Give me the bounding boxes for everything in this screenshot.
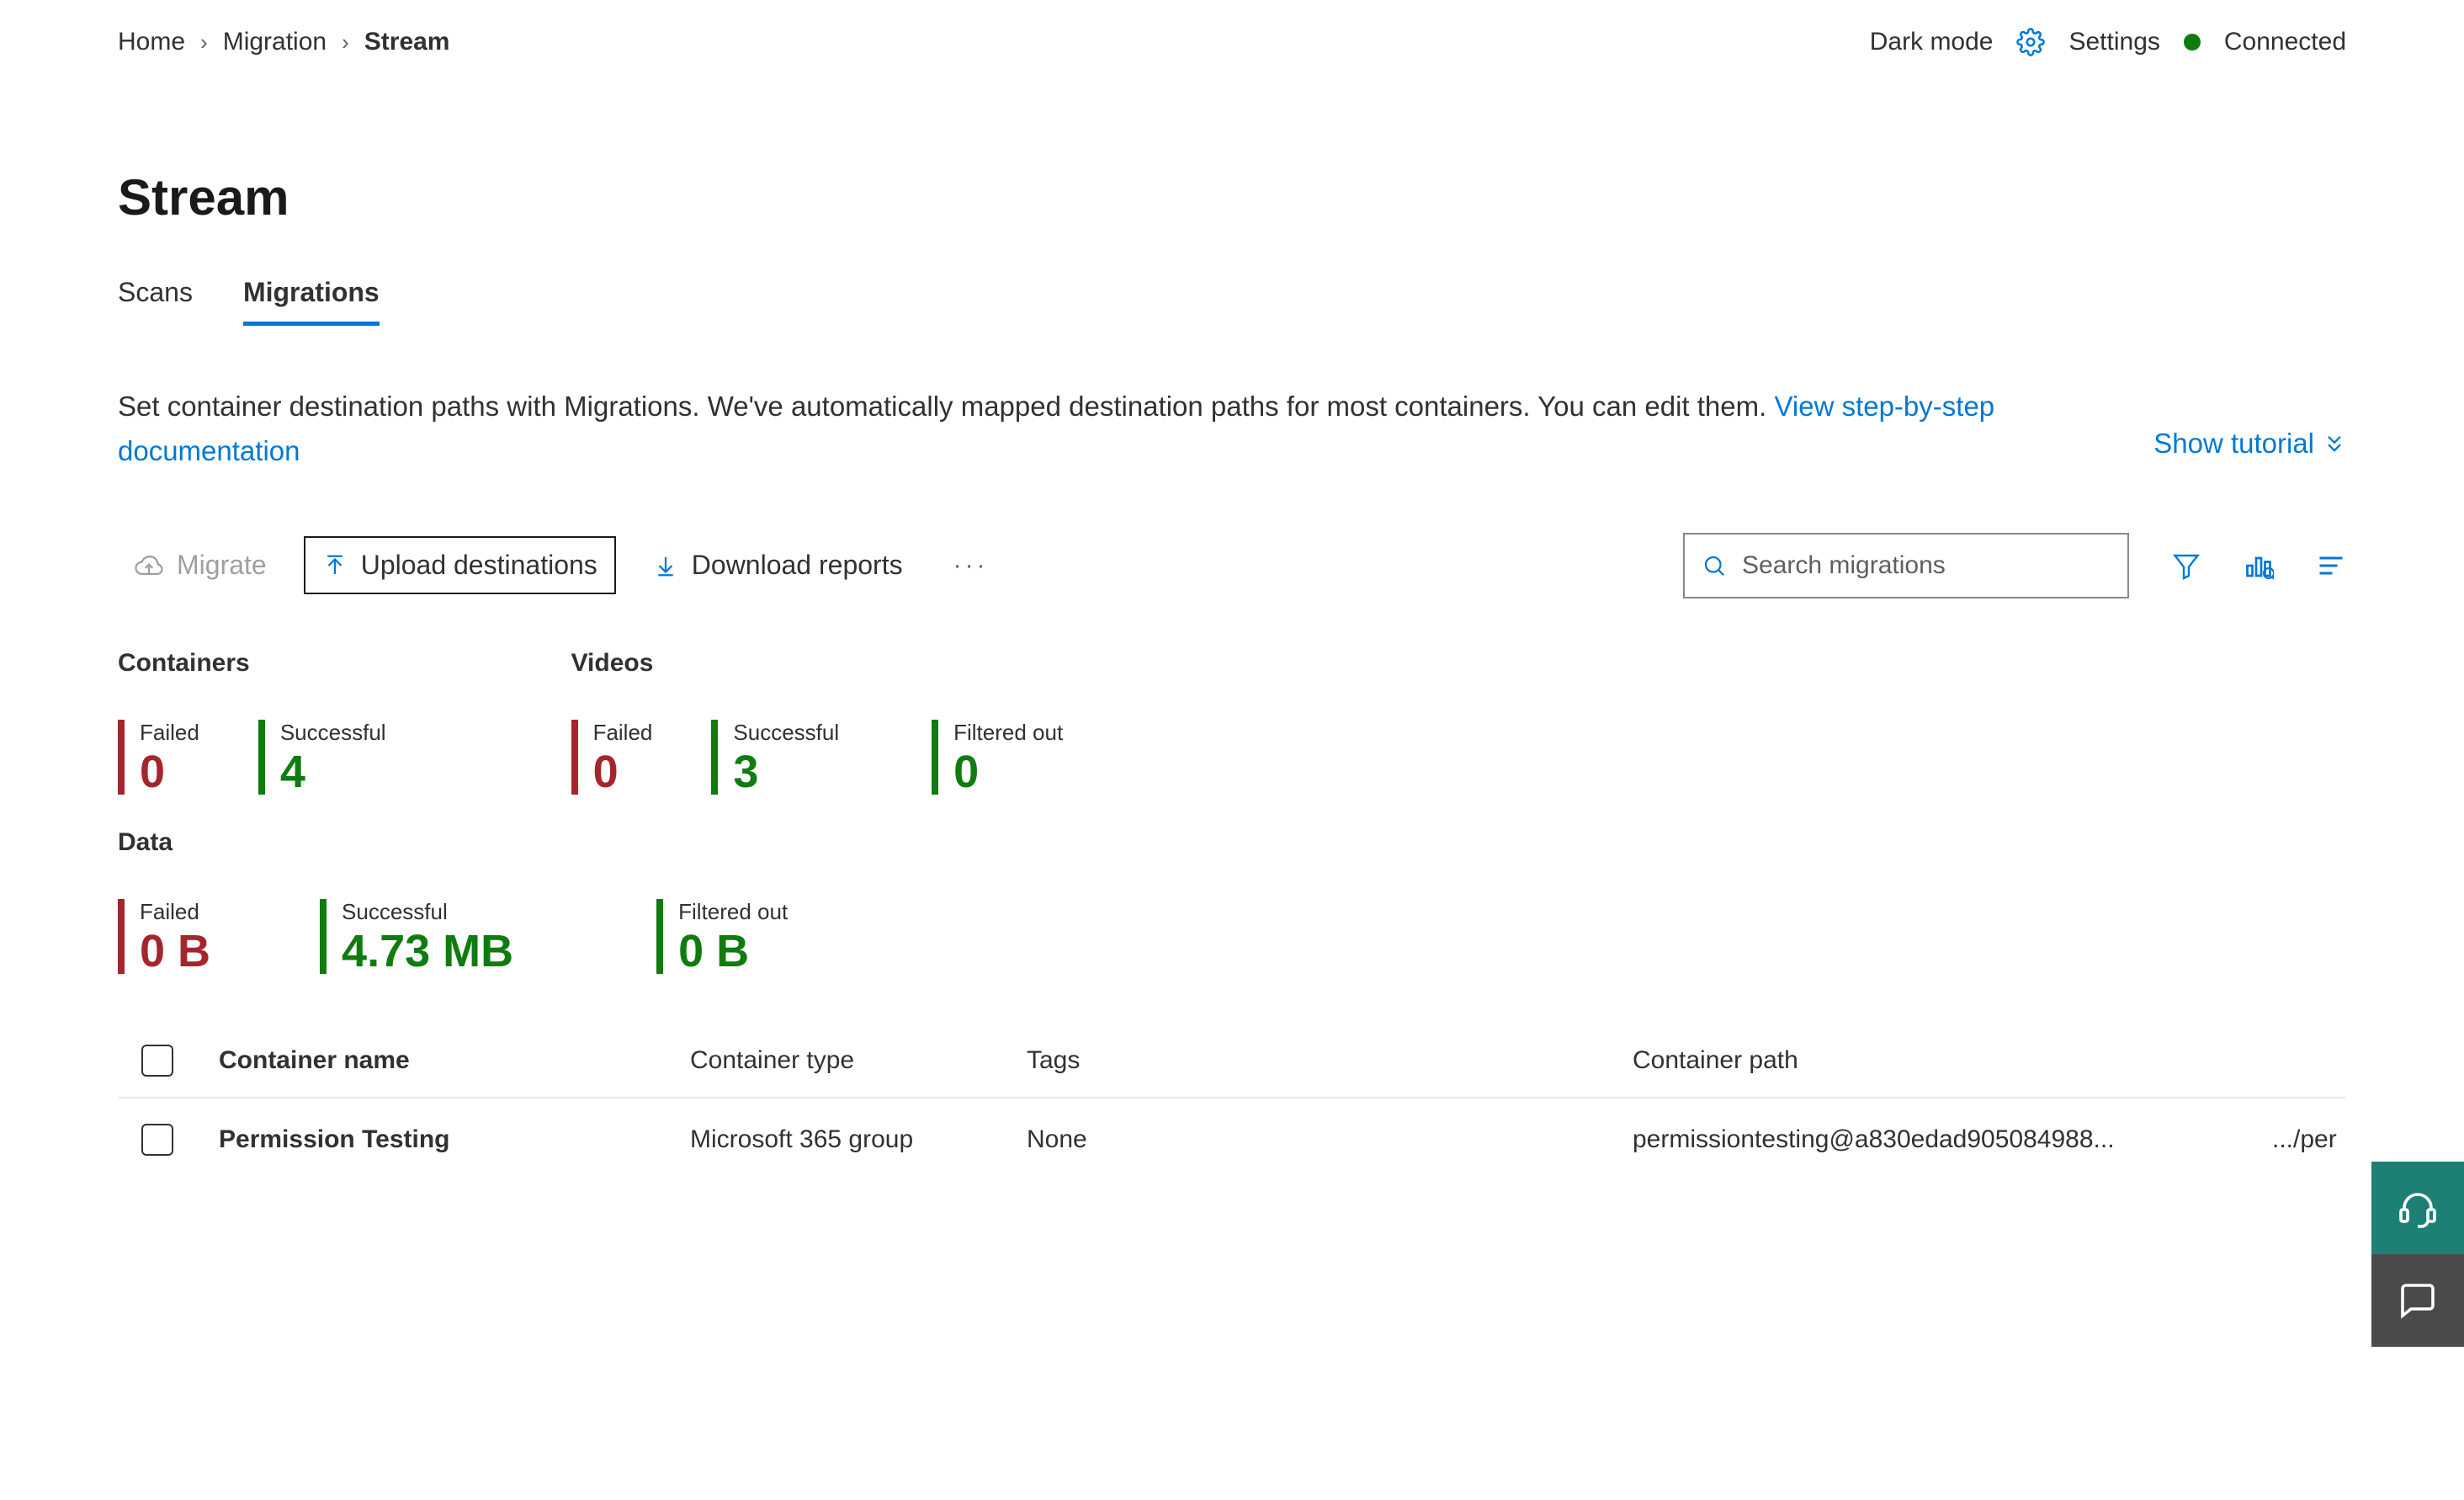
breadcrumb: Home › Migration › Stream bbox=[118, 28, 449, 56]
cloud-upload-icon bbox=[135, 551, 163, 580]
metric-value: 0 B bbox=[678, 928, 788, 974]
cell-tags: None bbox=[1027, 1125, 1633, 1154]
chevron-double-down-icon bbox=[2323, 432, 2346, 455]
migrate-label: Migrate bbox=[177, 550, 267, 581]
stats-data: Data Failed 0 B Successful 4.73 MB Fil bbox=[118, 828, 2346, 974]
migrations-table: Container name Container type Tags Conta… bbox=[118, 1024, 2346, 1181]
settings-link[interactable]: Settings bbox=[2068, 28, 2159, 56]
metric-label: Successful bbox=[280, 720, 386, 746]
metric-label: Failed bbox=[140, 720, 199, 746]
cell-container-name: Permission Testing bbox=[219, 1125, 690, 1154]
metric-value: 0 bbox=[140, 749, 199, 795]
metric-videos-successful: Successful 3 bbox=[711, 720, 839, 795]
search-icon bbox=[1702, 553, 1727, 578]
metric-label: Filtered out bbox=[678, 899, 788, 925]
upload-icon bbox=[322, 553, 348, 578]
download-reports-button[interactable]: Download reports bbox=[636, 538, 920, 593]
metric-data-successful: Successful 4.73 MB bbox=[320, 899, 513, 974]
metric-label: Successful bbox=[342, 899, 513, 925]
metric-value: 0 B bbox=[140, 928, 210, 974]
metric-label: Failed bbox=[140, 899, 210, 925]
tab-migrations[interactable]: Migrations bbox=[243, 277, 380, 326]
gear-icon[interactable] bbox=[2016, 28, 2045, 56]
headset-icon bbox=[2398, 1188, 2438, 1228]
tab-scans[interactable]: Scans bbox=[118, 277, 193, 326]
select-all-checkbox[interactable] bbox=[141, 1045, 173, 1077]
table-row[interactable]: Permission Testing Microsoft 365 group N… bbox=[118, 1098, 2346, 1181]
chat-icon bbox=[2398, 1280, 2438, 1321]
metric-value: 4.73 MB bbox=[342, 928, 513, 974]
metric-value: 0 bbox=[953, 749, 1063, 795]
desc-text: Set container destination paths with Mig… bbox=[118, 391, 1774, 422]
metric-data-failed: Failed 0 B bbox=[118, 899, 210, 974]
stats-title-containers: Containers bbox=[118, 649, 386, 678]
metric-containers-successful: Successful 4 bbox=[258, 720, 386, 795]
show-tutorial-button[interactable]: Show tutorial bbox=[2153, 422, 2346, 466]
metric-label: Filtered out bbox=[953, 720, 1063, 746]
tabs: Scans Migrations bbox=[118, 277, 2346, 326]
stats-title-data: Data bbox=[118, 828, 2346, 857]
metric-value: 4 bbox=[280, 749, 386, 795]
upload-label: Upload destinations bbox=[361, 550, 597, 581]
show-tutorial-label: Show tutorial bbox=[2153, 422, 2314, 466]
metric-videos-failed: Failed 0 bbox=[571, 720, 653, 795]
filter-icon[interactable] bbox=[2171, 551, 2201, 581]
cell-container-path: permissiontesting@a830edad905084988... bbox=[1633, 1125, 2272, 1154]
stats-title-videos: Videos bbox=[571, 649, 1064, 678]
cell-dest: .../per bbox=[2272, 1125, 2440, 1154]
support-button[interactable] bbox=[2371, 1162, 2464, 1254]
breadcrumb-home[interactable]: Home bbox=[118, 28, 185, 56]
col-container-name[interactable]: Container name bbox=[219, 1046, 690, 1075]
col-container-type[interactable]: Container type bbox=[690, 1046, 1027, 1075]
download-label: Download reports bbox=[692, 550, 903, 581]
row-checkbox[interactable] bbox=[141, 1124, 173, 1156]
search-input-wrapper[interactable] bbox=[1683, 533, 2129, 598]
breadcrumb-current: Stream bbox=[364, 28, 450, 56]
table-header: Container name Container type Tags Conta… bbox=[118, 1024, 2346, 1098]
metric-value: 0 bbox=[593, 749, 653, 795]
page-title: Stream bbox=[118, 168, 2346, 226]
upload-destinations-button[interactable]: Upload destinations bbox=[304, 536, 616, 594]
download-icon bbox=[653, 553, 678, 578]
metric-containers-failed: Failed 0 bbox=[118, 720, 199, 795]
migrate-button: Migrate bbox=[118, 538, 284, 593]
list-settings-icon[interactable] bbox=[2316, 551, 2346, 581]
breadcrumb-migration[interactable]: Migration bbox=[223, 28, 327, 56]
metric-label: Failed bbox=[593, 720, 653, 746]
more-actions-button[interactable]: ··· bbox=[940, 551, 1002, 580]
chevron-right-icon: › bbox=[200, 29, 208, 56]
connection-status: Connected bbox=[2224, 28, 2346, 56]
chevron-right-icon: › bbox=[342, 29, 349, 56]
stats-videos: Videos Failed 0 Successful 3 bbox=[571, 649, 1064, 795]
cell-container-type: Microsoft 365 group bbox=[690, 1125, 1027, 1154]
col-tags[interactable]: Tags bbox=[1027, 1046, 1633, 1075]
metric-label: Successful bbox=[733, 720, 839, 746]
stats-containers: Containers Failed 0 Successful 4 bbox=[118, 649, 386, 795]
metric-videos-filtered: Filtered out 0 bbox=[932, 720, 1063, 795]
dark-mode-toggle[interactable]: Dark mode bbox=[1870, 28, 1994, 56]
page-description: Set container destination paths with Mig… bbox=[118, 385, 2095, 474]
metric-value: 3 bbox=[733, 749, 839, 795]
chart-icon[interactable] bbox=[2244, 551, 2274, 581]
metric-data-filtered: Filtered out 0 B bbox=[656, 899, 788, 974]
feedback-button[interactable] bbox=[2371, 1254, 2464, 1347]
search-input[interactable] bbox=[1742, 551, 2111, 580]
status-dot-icon bbox=[2184, 34, 2201, 51]
col-container-path[interactable]: Container path bbox=[1633, 1046, 2272, 1075]
